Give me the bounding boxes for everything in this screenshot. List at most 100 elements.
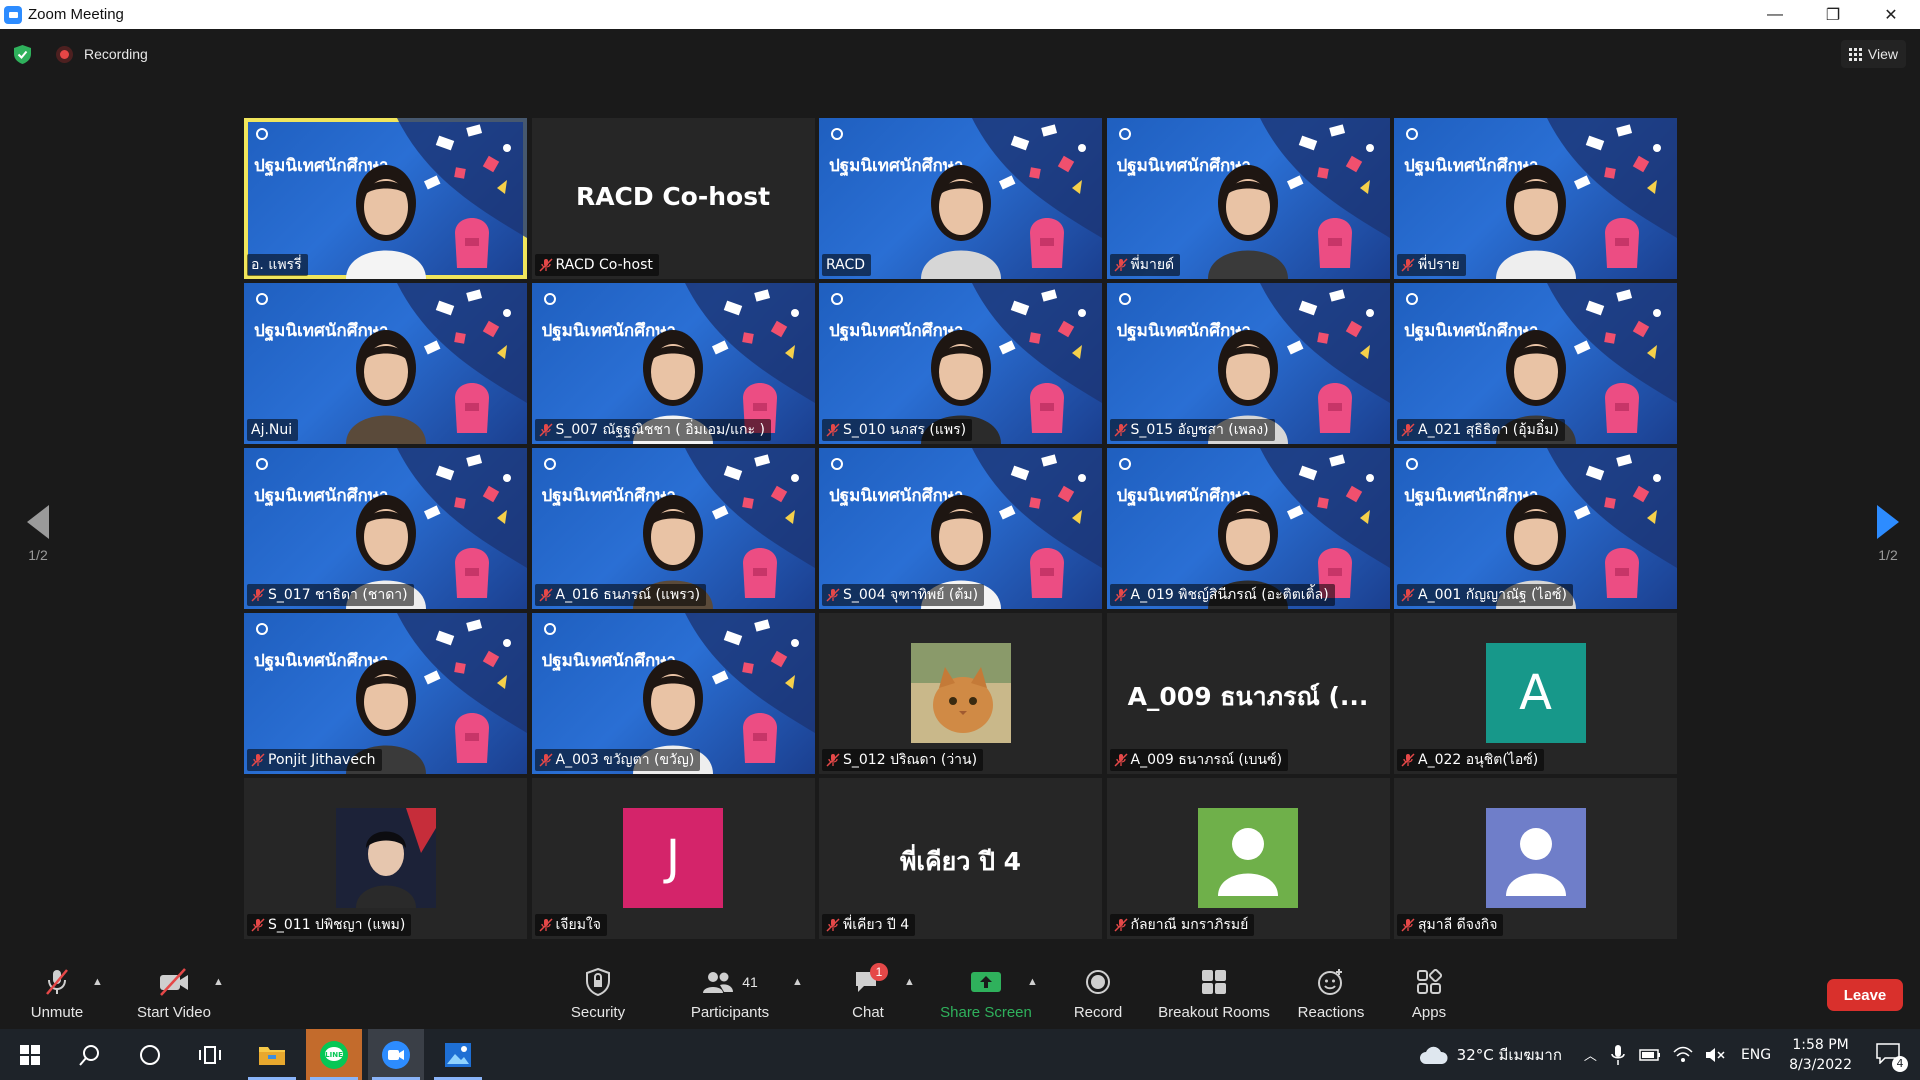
search-icon[interactable] [62, 1029, 118, 1080]
camera-off-icon [157, 967, 191, 997]
participant-name-tag: เจียมใจ [534, 914, 607, 936]
participant-tile[interactable]: ปฐมนิเทศนักศึกษา พี่มายด์ [1106, 118, 1390, 279]
muted-microphone-icon [1401, 423, 1415, 437]
video-gallery: ปฐมนิเทศนักศึกษา อ. แพรรี่ RACD Co-host RAC… [244, 118, 1677, 943]
participant-name: S_010 นภสร (แพร) [843, 422, 967, 438]
apps-label: Apps [1411, 1004, 1447, 1021]
apps-button[interactable]: Apps [1406, 955, 1452, 1029]
participant-tile[interactable]: ปฐมนิเทศนักศึกษา พี่ปราย [1394, 118, 1677, 279]
share-screen-button[interactable]: Share Screen [940, 955, 1032, 1029]
participant-tile[interactable]: ปฐมนิเทศนักศึกษา S_017 ชาธิดา (ชาดา) [244, 448, 527, 609]
participant-tile[interactable]: ปฐมนิเทศนักศึกษา A_016 ธนภรณ์ (แพรว) [531, 448, 815, 609]
task-view-icon[interactable] [182, 1029, 238, 1080]
file-explorer-icon[interactable] [244, 1029, 300, 1080]
participants-icon: 41 [702, 967, 758, 997]
chat-button[interactable]: 1 Chat [848, 955, 888, 1029]
participant-name: เจียมใจ [555, 917, 601, 933]
participant-tile[interactable]: สุมาลี ดีจงกิจ [1394, 778, 1677, 939]
participant-tile[interactable]: RACD Co-host RACD Co-host [531, 118, 815, 279]
minimize-button[interactable]: — [1746, 0, 1804, 29]
language-indicator[interactable]: ENG [1741, 1047, 1771, 1063]
muted-microphone-icon [826, 753, 840, 767]
university-logo-icon [256, 458, 268, 470]
participant-tile[interactable]: กัลยาณี มกราภิรมย์ [1106, 778, 1390, 939]
windows-start-icon[interactable] [2, 1029, 58, 1080]
participant-name: S_012 ปริณดา (ว่าน) [843, 752, 978, 768]
microphone-icon[interactable] [1611, 1044, 1625, 1066]
notifications-icon[interactable]: 4 [1876, 1042, 1908, 1072]
view-button[interactable]: View [1840, 40, 1906, 68]
muted-microphone-icon [538, 918, 553, 932]
leave-button[interactable]: Leave [1827, 979, 1903, 1011]
participant-name-tag: A_016 ธนภรณ์ (แพรว) [534, 584, 707, 606]
battery-icon[interactable] [1639, 1048, 1661, 1062]
wifi-icon[interactable] [1673, 1046, 1693, 1064]
restore-button[interactable]: ❐ [1804, 0, 1862, 29]
participant-tile[interactable]: ปฐมนิเทศนักศึกษา RACD [819, 118, 1102, 279]
audio-options-caret[interactable]: ▲ [92, 976, 103, 988]
line-app-icon[interactable]: LINE [306, 1029, 362, 1080]
participant-tile[interactable]: พี่เคียว ปี 4 พี่เคียว ปี 4 [819, 778, 1102, 939]
muted-microphone-icon [538, 753, 553, 767]
participants-options-caret[interactable]: ▲ [792, 976, 803, 988]
participant-tile[interactable]: ปฐมนิเทศนักศึกษา Ponjit Jithavech [244, 613, 527, 774]
share-options-caret[interactable]: ▲ [1027, 976, 1038, 988]
weather-text[interactable]: 32°C มีเมฆมาก [1457, 1043, 1562, 1067]
participants-button[interactable]: 41 Participants [686, 955, 774, 1029]
close-button[interactable]: ✕ [1862, 0, 1920, 29]
record-button[interactable]: Record [1070, 955, 1126, 1029]
participant-tile[interactable]: ปฐมนิเทศนักศึกษา S_015 อัญชสา (เพลง) [1106, 283, 1390, 444]
cortana-icon[interactable] [122, 1029, 178, 1080]
participant-tile[interactable]: ปฐมนิเทศนักศึกษา Aj.Nui [244, 283, 527, 444]
clock[interactable]: 1:58 PM 8/3/2022 [1789, 1035, 1852, 1075]
start-video-button[interactable]: Start Video [132, 955, 216, 1029]
participant-tile[interactable]: ปฐมนิเทศนักศึกษา A_021 สุธิธิดา (อุ้มอิ๋ม… [1394, 283, 1677, 444]
participant-tile[interactable]: ปฐมนิเทศนักศึกษา S_004 จุฑาทิพย์ (ต้ม) [819, 448, 1102, 609]
chat-options-caret[interactable]: ▲ [904, 976, 915, 988]
windows-taskbar: LINE 32°C มีเมฆมาก ︿ ENG 1:58 PM 8/3/202… [0, 1029, 1920, 1080]
reactions-button[interactable]: Reactions [1296, 955, 1366, 1029]
view-label: View [1867, 46, 1898, 62]
previous-page-button[interactable]: 1/2 [8, 505, 68, 563]
arrow-right-icon [1877, 505, 1899, 539]
participant-tile[interactable]: ปฐมนิเทศนักศึกษา S_007 ณัฐฐณิชชา ( อิ่มเอ… [531, 283, 815, 444]
participant-tile[interactable]: S_011 ปพิชญา (แพม) [244, 778, 527, 939]
participant-name-tag: S_004 จุฑาทิพย์ (ต้ม) [822, 584, 985, 606]
breakout-rooms-button[interactable]: Breakout Rooms [1156, 955, 1272, 1029]
photos-app-icon[interactable] [430, 1029, 486, 1080]
video-options-caret[interactable]: ▲ [213, 976, 224, 988]
university-logo-icon [1406, 458, 1418, 470]
system-tray: 32°C มีเมฆมาก ︿ ENG 1:58 PM 8/3/2022 4 [1419, 1029, 1920, 1080]
next-page-button[interactable]: 1/2 [1858, 505, 1918, 563]
security-button[interactable]: Security [562, 955, 634, 1029]
participant-name: S_017 ชาธิดา (ชาดา) [268, 587, 408, 603]
speaker-muted-icon[interactable] [1705, 1046, 1725, 1064]
participant-name: Aj.Nui [251, 422, 293, 438]
university-logo-icon [543, 623, 556, 635]
unmute-button[interactable]: Unmute [20, 955, 94, 1029]
participant-tile[interactable]: A A_022 อนุชิต(ไอซ์) [1394, 613, 1677, 774]
participant-tile[interactable]: ปฐมนิเทศนักศึกษา อ. แพรรี่ [244, 118, 527, 279]
participant-tile[interactable]: ปฐมนิเทศนักศึกษา A_003 ขวัญตา (ขวัญ) [531, 613, 815, 774]
participant-tile[interactable]: J เจียมใจ [531, 778, 815, 939]
cloud-icon [1419, 1046, 1448, 1064]
record-icon [1085, 967, 1111, 997]
clock-date: 8/3/2022 [1789, 1056, 1852, 1073]
participant-tile[interactable]: ปฐมนิเทศนักศึกษา A_019 พิชญ์สินีภรณ์ (อะต… [1106, 448, 1390, 609]
participant-tile[interactable]: S_012 ปริณดา (ว่าน) [819, 613, 1102, 774]
letter-avatar: A [1485, 643, 1586, 743]
zoom-taskbar-icon[interactable] [368, 1029, 424, 1080]
chevron-up-icon[interactable]: ︿ [1584, 1045, 1597, 1064]
encryption-shield-icon[interactable] [14, 45, 31, 64]
university-logo-icon [1118, 293, 1131, 305]
meeting-toolbar: Unmute ▲ Start Video ▲ Security 41 Parti… [0, 955, 1920, 1029]
recording-icon [56, 46, 73, 63]
participant-name-tag: S_012 ปริณดา (ว่าน) [822, 749, 984, 771]
participants-count: 41 [742, 974, 758, 990]
muted-microphone-icon [1113, 258, 1128, 272]
participant-tile[interactable]: ปฐมนิเทศนักศึกษา S_010 นภสร (แพร) [819, 283, 1102, 444]
participant-tile[interactable]: A_009 ธนาภรณ์ (... A_009 ธนาภรณ์ (เบนซ์) [1106, 613, 1390, 774]
participant-tile[interactable]: ปฐมนิเทศนักศึกษา A_001 กัญญาณัฐ (ไอซ์) [1394, 448, 1677, 609]
participant-name-tag: A_001 กัญญาณัฐ (ไอซ์) [1397, 584, 1573, 606]
muted-microphone-icon [1401, 588, 1415, 602]
